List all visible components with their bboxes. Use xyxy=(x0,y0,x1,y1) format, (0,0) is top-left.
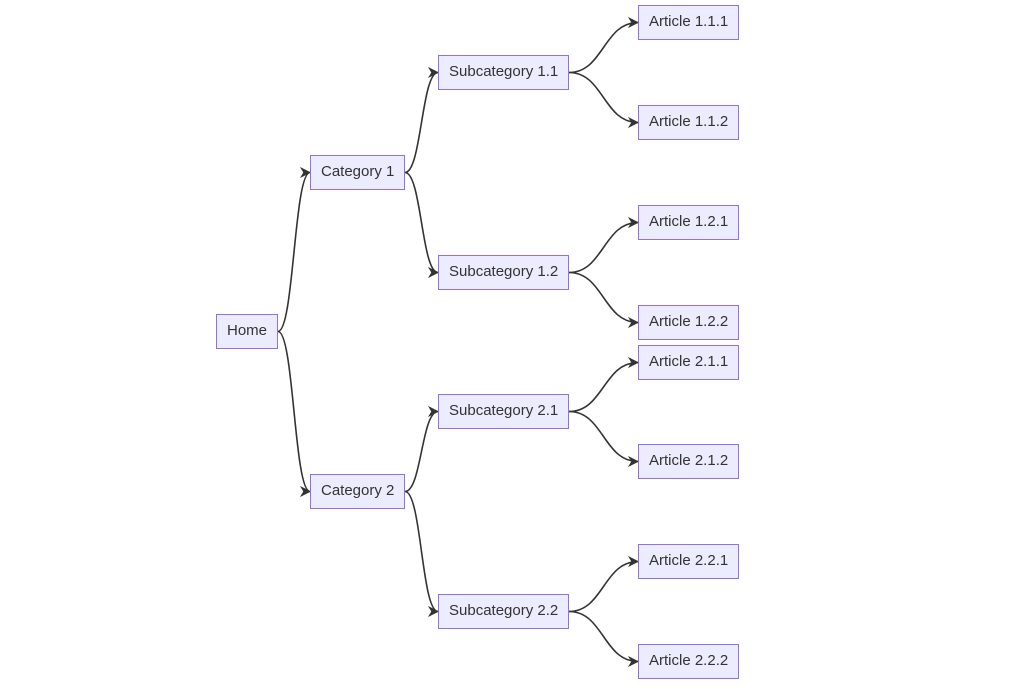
node-cat1: Category 1 xyxy=(310,155,405,190)
node-a212: Article 2.1.2 xyxy=(638,444,739,479)
edge xyxy=(569,273,638,323)
diagram-canvas: Home Category 1 Category 2 Subcategory 1… xyxy=(0,0,1024,689)
node-label: Subcategory 1.1 xyxy=(449,63,558,80)
node-a112: Article 1.1.2 xyxy=(638,105,739,140)
node-a121: Article 1.2.1 xyxy=(638,205,739,240)
edge xyxy=(569,363,638,412)
node-sub11: Subcategory 1.1 xyxy=(438,55,569,90)
edge xyxy=(405,173,438,273)
node-label: Subcategory 1.2 xyxy=(449,263,558,280)
node-label: Article 1.2.1 xyxy=(649,213,728,230)
node-label: Article 2.1.1 xyxy=(649,353,728,370)
node-a122: Article 1.2.2 xyxy=(638,305,739,340)
node-label: Article 1.1.1 xyxy=(649,13,728,30)
node-home: Home xyxy=(216,314,278,349)
node-a111: Article 1.1.1 xyxy=(638,5,739,40)
node-label: Subcategory 2.1 xyxy=(449,402,558,419)
node-sub21: Subcategory 2.1 xyxy=(438,394,569,429)
edge-layer xyxy=(0,0,1024,689)
node-label: Article 2.2.1 xyxy=(649,552,728,569)
edge xyxy=(405,492,438,612)
edge xyxy=(569,223,638,273)
edge xyxy=(278,332,310,492)
node-a211: Article 2.1.1 xyxy=(638,345,739,380)
node-label: Category 1 xyxy=(321,163,394,180)
edge xyxy=(569,612,638,662)
edge xyxy=(569,562,638,612)
node-cat2: Category 2 xyxy=(310,474,405,509)
node-sub12: Subcategory 1.2 xyxy=(438,255,569,290)
node-label: Subcategory 2.2 xyxy=(449,602,558,619)
node-label: Home xyxy=(227,322,267,339)
edge xyxy=(405,412,438,492)
node-a222: Article 2.2.2 xyxy=(638,644,739,679)
node-label: Article 1.1.2 xyxy=(649,113,728,130)
edge xyxy=(569,23,638,73)
edge xyxy=(405,73,438,173)
node-label: Article 2.2.2 xyxy=(649,652,728,669)
node-label: Article 2.1.2 xyxy=(649,452,728,469)
edge xyxy=(278,173,310,332)
edge xyxy=(569,412,638,462)
node-label: Category 2 xyxy=(321,482,394,499)
node-sub22: Subcategory 2.2 xyxy=(438,594,569,629)
edge xyxy=(569,73,638,123)
node-a221: Article 2.2.1 xyxy=(638,544,739,579)
node-label: Article 1.2.2 xyxy=(649,313,728,330)
